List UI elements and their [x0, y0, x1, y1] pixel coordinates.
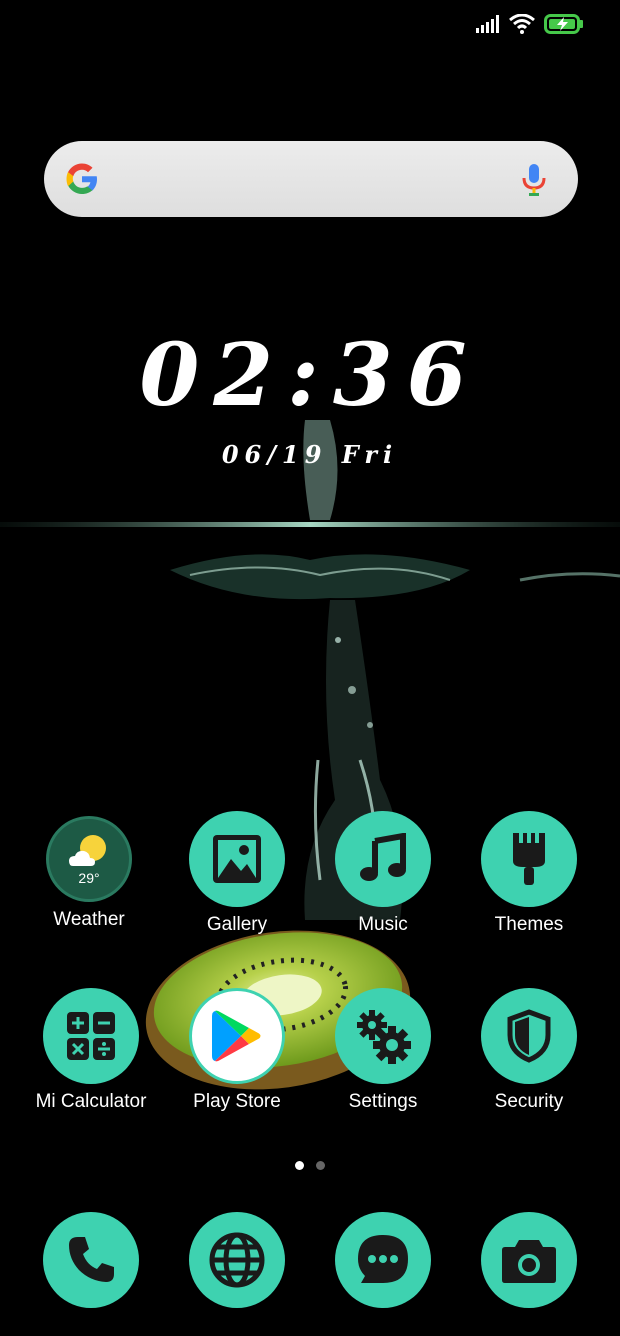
paint-brush-icon [481, 811, 577, 907]
app-label: Mi Calculator [35, 1091, 147, 1112]
app-themes[interactable]: Themes [456, 811, 602, 936]
app-label: Weather [53, 909, 125, 930]
gears-icon [335, 988, 431, 1084]
page-dot[interactable] [316, 1161, 325, 1170]
app-play-store[interactable]: Play Store [164, 988, 310, 1113]
google-logo-icon [66, 163, 97, 194]
dock-browser[interactable] [189, 1212, 285, 1308]
messages-icon [358, 1235, 408, 1283]
dock-camera[interactable] [481, 1212, 577, 1308]
weather-temperature: 29° [78, 870, 100, 886]
page-indicator [0, 1161, 620, 1170]
dock-messages[interactable] [335, 1212, 431, 1308]
app-weather[interactable]: 29° Weather [16, 811, 162, 931]
battery-charging-icon [544, 14, 583, 34]
clock-date: 06/19 Fri [221, 440, 399, 469]
app-label: Gallery [206, 914, 268, 935]
app-label: Music [358, 914, 408, 935]
wifi-icon [509, 14, 535, 34]
mic-icon[interactable] [520, 163, 548, 197]
browser-globe-icon [209, 1232, 265, 1288]
page-dot-current[interactable] [295, 1161, 304, 1170]
app-settings[interactable]: Settings [310, 988, 456, 1113]
status-bar [476, 14, 584, 34]
calculator-icon [43, 988, 139, 1084]
play-store-icon [189, 988, 285, 1084]
dock-phone[interactable] [43, 1212, 139, 1308]
app-label: Themes [494, 914, 564, 935]
app-label: Security [494, 1091, 564, 1112]
phone-icon [69, 1237, 114, 1282]
app-security[interactable]: Security [456, 988, 602, 1113]
google-search-bar[interactable] [44, 141, 578, 217]
app-mi-calculator[interactable]: Mi Calculator [18, 988, 164, 1113]
weather-icon: 29° [46, 816, 132, 902]
camera-icon [502, 1240, 556, 1283]
signal-icon [476, 15, 499, 33]
app-label: Settings [348, 1091, 418, 1112]
app-music[interactable]: Music [310, 811, 456, 936]
clock-time[interactable]: 02:36 [0, 325, 620, 426]
app-gallery[interactable]: Gallery [164, 811, 310, 936]
shield-icon [481, 988, 577, 1084]
gallery-icon [189, 811, 285, 907]
app-label: Play Store [193, 1091, 281, 1112]
music-note-icon [335, 811, 431, 907]
